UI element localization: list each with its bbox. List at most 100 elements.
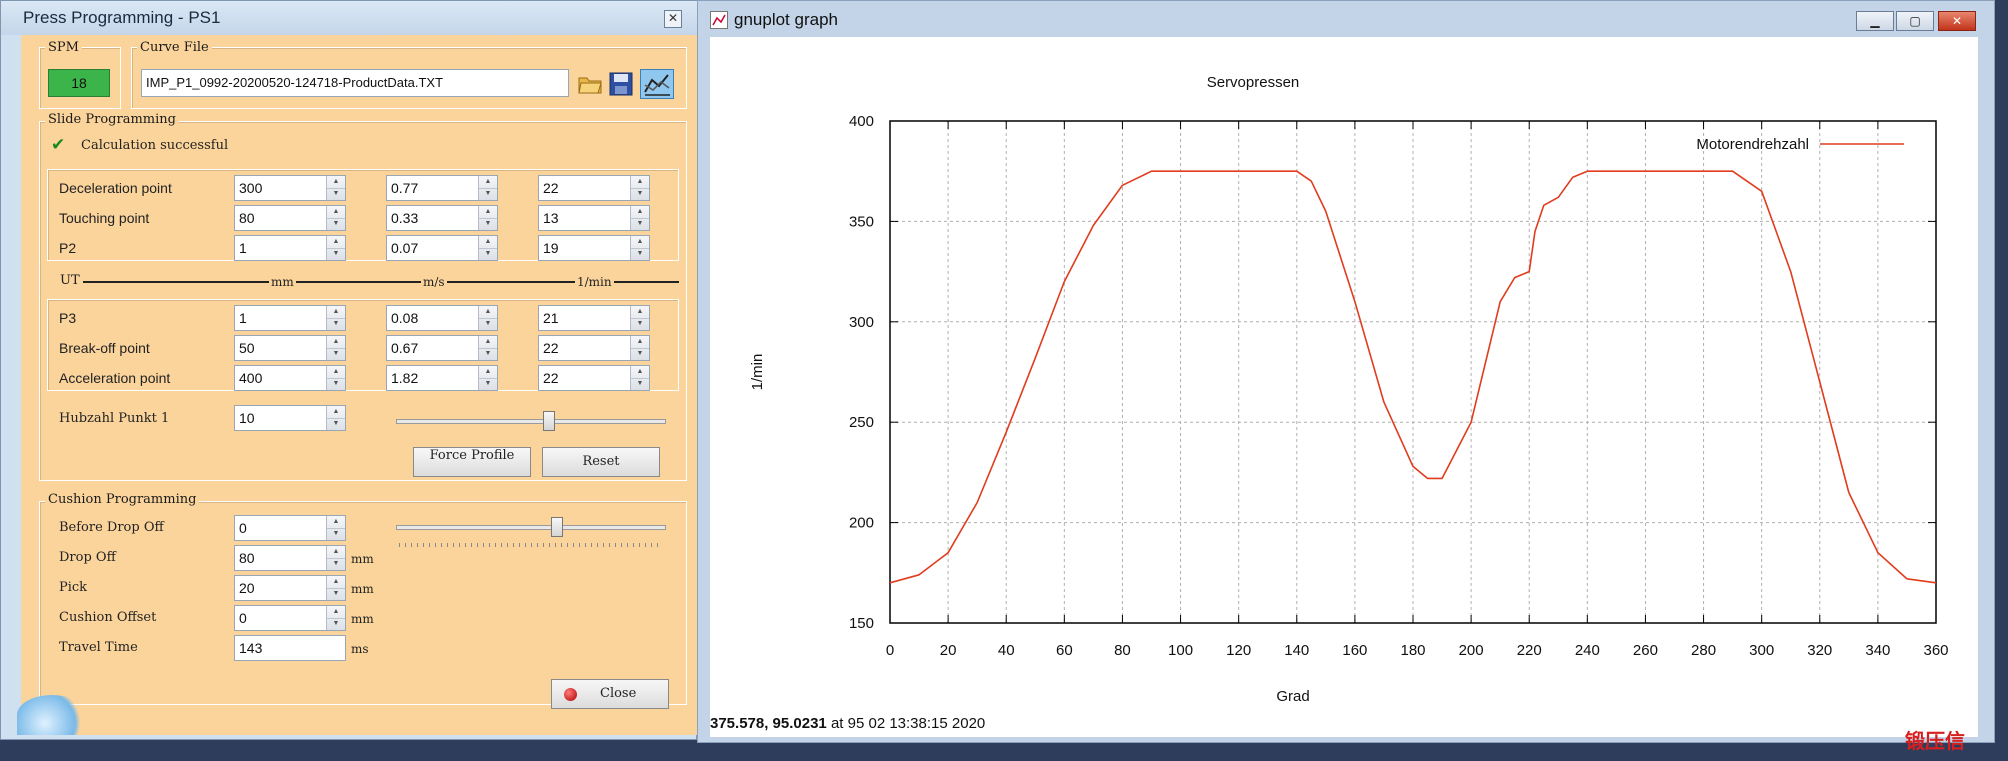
p2-speed-input[interactable]: 0.07 ▲ ▼ bbox=[386, 235, 498, 261]
pick-input[interactable]: 20 ▲ ▼ bbox=[234, 575, 346, 601]
unit-rpm: 1/min bbox=[575, 275, 614, 289]
cushion-slider-ticks bbox=[399, 543, 661, 547]
deceleration-point-mm-input[interactable]: 300 ▲ ▼ bbox=[234, 175, 346, 201]
maximize-icon[interactable]: ▢ bbox=[1896, 11, 1934, 31]
drop-off-unit: mm bbox=[351, 552, 374, 566]
corner-logo bbox=[17, 695, 87, 735]
graph-view-icon[interactable] bbox=[640, 69, 674, 99]
window-body: SPM 18 Curve File IMP_P1_0992-20200520-1… bbox=[17, 35, 697, 735]
x-tick-label: 0 bbox=[886, 642, 894, 659]
x-tick-label: 300 bbox=[1749, 642, 1774, 659]
travel-time-unit: ms bbox=[351, 642, 369, 656]
watermark-logo: 锻压信 bbox=[1905, 731, 1965, 753]
acceleration-point-speed-input[interactable]: 1.82 ▲ ▼ bbox=[386, 365, 498, 391]
hubzahl-label: Hubzahl Punkt 1 bbox=[59, 411, 170, 426]
p2-label: P2 bbox=[59, 240, 77, 256]
p2-mm-input[interactable]: 1 ▲ ▼ bbox=[234, 235, 346, 261]
x-tick-label: 60 bbox=[1056, 642, 1073, 659]
slide-programming-label: Slide Programming bbox=[45, 112, 179, 127]
open-folder-icon[interactable] bbox=[577, 71, 603, 95]
y-tick-label: 250 bbox=[849, 414, 874, 431]
deceleration-point-rpm-input[interactable]: 22 ▲ ▼ bbox=[538, 175, 650, 201]
x-tick-label: 40 bbox=[998, 642, 1015, 659]
minimize-icon[interactable]: ▁ bbox=[1856, 11, 1894, 31]
x-tick-label: 20 bbox=[940, 642, 957, 659]
travel-time-label: Travel Time bbox=[59, 640, 138, 655]
acceleration-point-label: Acceleration point bbox=[59, 370, 171, 386]
gnuplot-title-bar[interactable] bbox=[698, 1, 1994, 37]
break-off-point-label: Break-off point bbox=[59, 340, 150, 356]
x-tick-label: 180 bbox=[1400, 642, 1425, 659]
y-axis-label: 1/min bbox=[749, 354, 766, 391]
unit-mm: mm bbox=[269, 275, 296, 289]
p3-speed-input[interactable]: 0.08 ▲ ▼ bbox=[386, 305, 498, 331]
x-axis-label: Grad bbox=[1276, 688, 1309, 705]
break-off-point-rpm-input[interactable]: 22 ▲ ▼ bbox=[538, 335, 650, 361]
cushion-programming-label: Cushion Programming bbox=[45, 492, 200, 507]
close-button[interactable]: Close bbox=[551, 679, 669, 709]
before-drop-off-input[interactable]: 0 ▲ ▼ bbox=[234, 515, 346, 541]
x-tick-label: 280 bbox=[1691, 642, 1716, 659]
gnuplot-app-icon bbox=[710, 11, 728, 29]
calculation-status: Calculation successful bbox=[81, 138, 229, 153]
p3-rpm-input[interactable]: 21 ▲ ▼ bbox=[538, 305, 650, 331]
curve-file-input[interactable]: IMP_P1_0992-20200520-124718-ProductData.… bbox=[141, 69, 569, 97]
deceleration-point-speed-input[interactable]: 0.77 ▲ ▼ bbox=[386, 175, 498, 201]
title-bar[interactable]: Press Programming - PS1 ✕ bbox=[1, 1, 698, 35]
p3-label: P3 bbox=[59, 310, 77, 326]
pick-unit: mm bbox=[351, 582, 374, 596]
close-dot-icon bbox=[564, 688, 577, 701]
cushion-offset-input[interactable]: 0 ▲ ▼ bbox=[234, 605, 346, 631]
x-tick-label: 80 bbox=[1114, 642, 1131, 659]
close-icon[interactable]: ✕ bbox=[664, 10, 682, 28]
cushion-offset-unit: mm bbox=[351, 612, 374, 626]
legend-label: Motorendrehzahl bbox=[1696, 136, 1809, 153]
force-profile-button[interactable]: Force Profile bbox=[413, 447, 531, 477]
deceleration-point-label: Deceleration point bbox=[59, 180, 172, 196]
break-off-point-speed-input[interactable]: 0.67 ▲ ▼ bbox=[386, 335, 498, 361]
touching-point-rpm-input[interactable]: 13 ▲ ▼ bbox=[538, 205, 650, 231]
curve-file-label: Curve File bbox=[137, 40, 212, 55]
touching-point-speed-input[interactable]: 0.33 ▲ ▼ bbox=[386, 205, 498, 231]
travel-time-field: 143 bbox=[234, 635, 346, 661]
before-drop-off-label: Before Drop Off bbox=[59, 520, 164, 535]
unit-ms: m/s bbox=[421, 275, 447, 289]
reset-button[interactable]: Reset bbox=[542, 447, 660, 477]
x-tick-label: 340 bbox=[1865, 642, 1890, 659]
drop-off-input[interactable]: 80 ▲ ▼ bbox=[234, 545, 346, 571]
drop-off-label: Drop Off bbox=[59, 550, 116, 565]
cushion-slider-track[interactable] bbox=[396, 525, 666, 530]
cursor-coordinates: 375.578, 95.0231 bbox=[710, 715, 827, 732]
gnuplot-window: gnuplot graph ▁ ▢ ✕ 0 20 40 60 80 100 120 140 16… bbox=[697, 0, 1995, 743]
curve-file-value: IMP_P1_0992-20200520-124718-ProductData.… bbox=[146, 75, 444, 90]
window-close-icon[interactable]: ✕ bbox=[1938, 11, 1976, 31]
hubzahl-slider-thumb[interactable] bbox=[542, 411, 555, 431]
x-tick-label: 320 bbox=[1807, 642, 1832, 659]
y-tick-label: 200 bbox=[849, 515, 874, 532]
y-tick-label: 300 bbox=[849, 314, 874, 331]
p2-rpm-input[interactable]: 19 ▲ ▼ bbox=[538, 235, 650, 261]
x-tick-label: 260 bbox=[1633, 642, 1658, 659]
x-tick-label: 140 bbox=[1284, 642, 1309, 659]
spm-value: 18 bbox=[48, 69, 110, 97]
x-tick-label: 360 bbox=[1923, 642, 1948, 659]
touching-point-mm-input[interactable]: 80 ▲ ▼ bbox=[234, 205, 346, 231]
chart-svg: 0 20 40 60 80 100 120 140 160 180 200 220 240 260 280 3… bbox=[749, 74, 1949, 705]
check-icon: ✔ bbox=[51, 135, 66, 154]
y-tick-label: 350 bbox=[849, 213, 874, 230]
x-tick-label: 240 bbox=[1575, 642, 1600, 659]
x-tick-label: 160 bbox=[1342, 642, 1367, 659]
chart-title: Servopressen bbox=[1207, 74, 1300, 91]
touching-point-label: Touching point bbox=[59, 210, 150, 226]
hubzahl-input[interactable]: 10 ▲ ▼ bbox=[234, 405, 346, 431]
p3-mm-input[interactable]: 1 ▲ ▼ bbox=[234, 305, 346, 331]
cushion-slider-thumb[interactable] bbox=[550, 517, 563, 537]
acceleration-point-mm-input[interactable]: 400 ▲ ▼ bbox=[234, 365, 346, 391]
break-off-point-mm-input[interactable]: 50 ▲ ▼ bbox=[234, 335, 346, 361]
acceleration-point-rpm-input[interactable]: 22 ▲ ▼ bbox=[538, 365, 650, 391]
save-icon[interactable] bbox=[608, 71, 634, 97]
x-tick-label: 200 bbox=[1459, 642, 1484, 659]
window-title: Press Programming - PS1 bbox=[23, 8, 221, 27]
hubzahl-slider-track[interactable] bbox=[396, 419, 666, 424]
x-tick-label: 100 bbox=[1168, 642, 1193, 659]
